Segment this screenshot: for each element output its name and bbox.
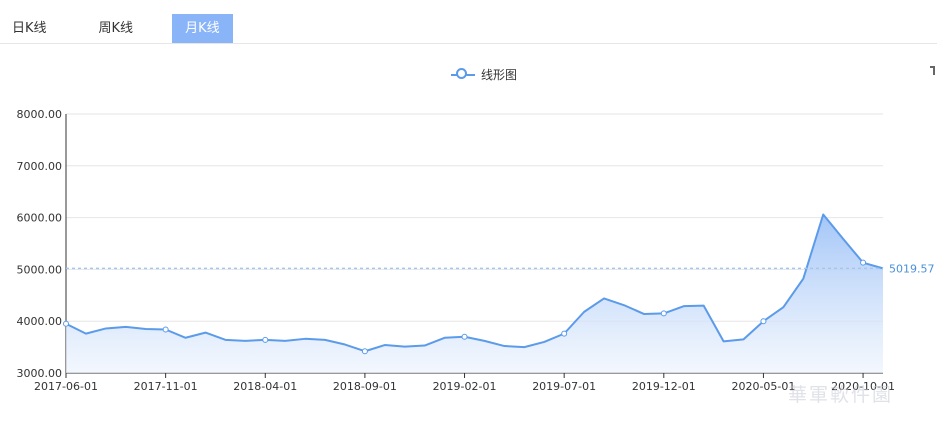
y-tick-label: 6000.00	[17, 212, 63, 225]
watermark-logo: 華軍軟件園	[788, 384, 894, 406]
price-chart: 8000.00 7000.00 6000.00 5000.00 4000.00 3000.…	[17, 108, 935, 393]
x-tick-label: 2019-07-01	[532, 380, 596, 393]
y-tick-label: 7000.00	[17, 160, 63, 173]
data-point	[262, 336, 269, 343]
x-tick-label: 2017-11-01	[134, 380, 198, 393]
x-tick-label: 2019-02-01	[433, 380, 497, 393]
y-tick-label: 4000.00	[17, 315, 63, 328]
data-point	[660, 310, 667, 317]
data-point	[461, 333, 468, 340]
x-tick-label: 2018-04-01	[233, 380, 297, 393]
data-point	[361, 348, 368, 355]
x-tick-label: 2017-06-01	[34, 380, 98, 393]
data-point	[760, 318, 767, 325]
x-tick-label: 2019-12-01	[632, 380, 696, 393]
y-tick-label: 3000.00	[17, 367, 63, 380]
y-tick-label: 8000.00	[17, 108, 63, 121]
markline-label: 5019.57	[889, 262, 935, 275]
y-tick-label: 5000.00	[17, 263, 63, 276]
data-point	[561, 330, 568, 337]
data-point	[162, 326, 169, 333]
series-area	[66, 214, 883, 373]
data-point	[860, 259, 867, 266]
x-tick-label: 2020-05-01	[731, 380, 795, 393]
x-tick-label: 2018-09-01	[333, 380, 397, 393]
data-point	[63, 320, 69, 327]
